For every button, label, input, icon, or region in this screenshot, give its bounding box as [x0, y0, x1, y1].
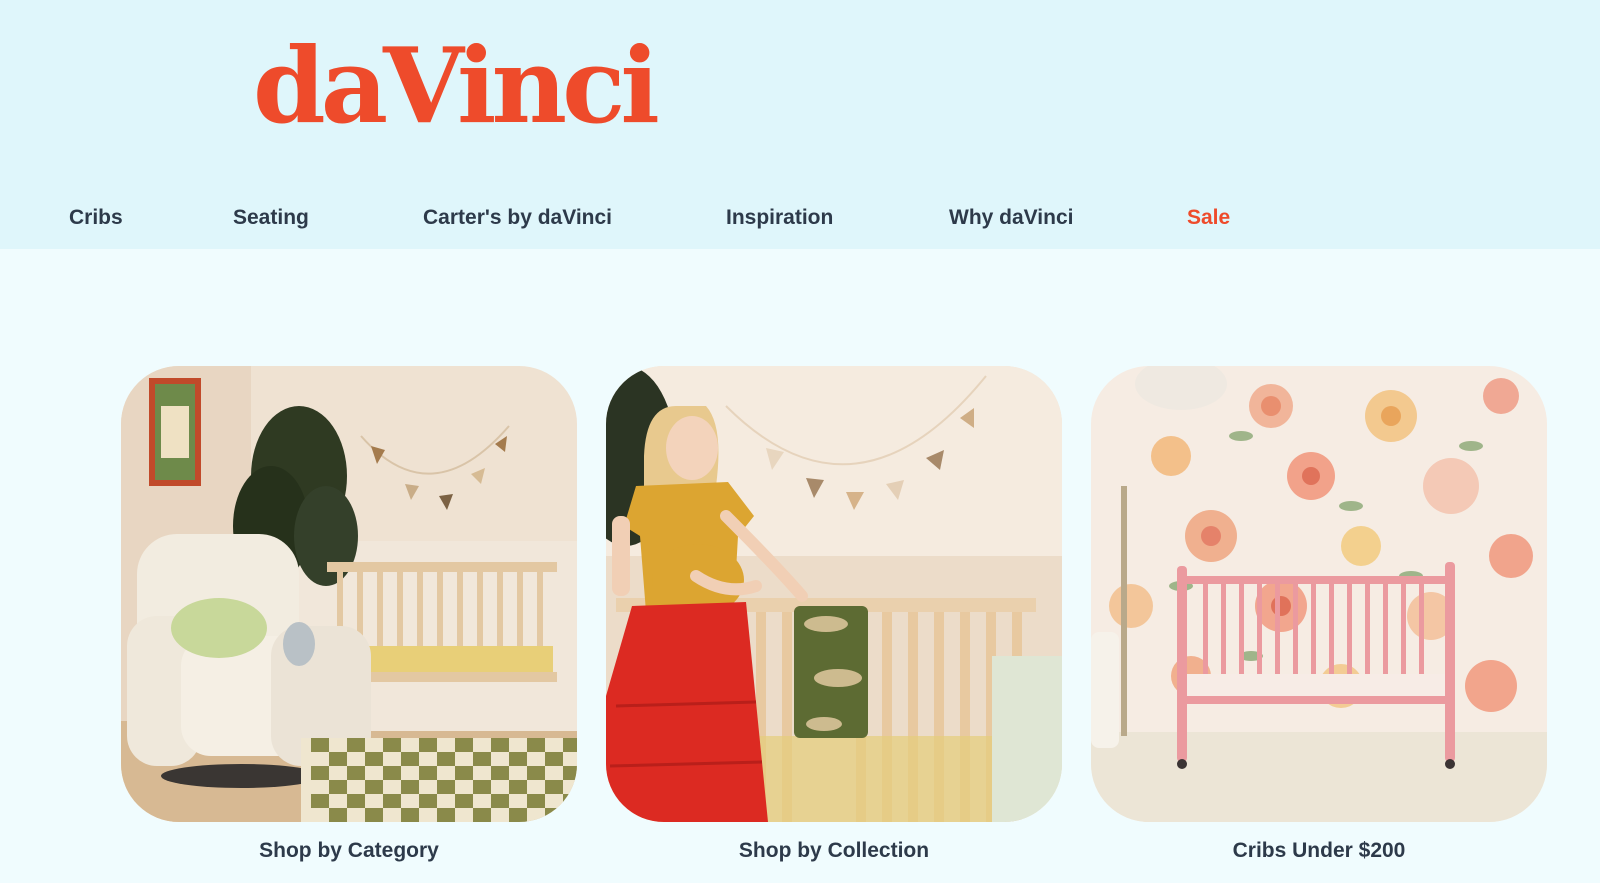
card-caption-shop-by-collection[interactable]: Shop by Collection	[606, 839, 1062, 863]
nav-item-sale[interactable]: Sale	[1187, 206, 1230, 230]
card-cribs-under-200-image[interactable]	[1091, 366, 1547, 822]
nav-item-why-davinci[interactable]: Why daVinci	[949, 206, 1073, 230]
nav-item-seating[interactable]: Seating	[233, 206, 309, 230]
main-nav: Cribs Seating Carter's by daVinci Inspir…	[0, 206, 1600, 236]
pregnant-woman-at-crib-photo	[606, 366, 1062, 822]
site-header: daVinci Cribs Seating Carter's by daVinc…	[0, 0, 1600, 249]
nav-item-cribs[interactable]: Cribs	[69, 206, 123, 230]
nav-item-inspiration[interactable]: Inspiration	[726, 206, 833, 230]
nav-item-carters[interactable]: Carter's by daVinci	[423, 206, 612, 230]
card-shop-by-category-image[interactable]	[121, 366, 577, 822]
card-shop-by-collection-image[interactable]	[606, 366, 1062, 822]
card-caption-shop-by-category[interactable]: Shop by Category	[121, 839, 577, 863]
davinci-logo[interactable]: daVinci	[253, 34, 660, 138]
pink-crib-floral-wallpaper-photo	[1091, 366, 1547, 822]
nursery-glider-crib-photo	[121, 366, 577, 822]
card-caption-cribs-under-200[interactable]: Cribs Under $200	[1091, 839, 1547, 863]
